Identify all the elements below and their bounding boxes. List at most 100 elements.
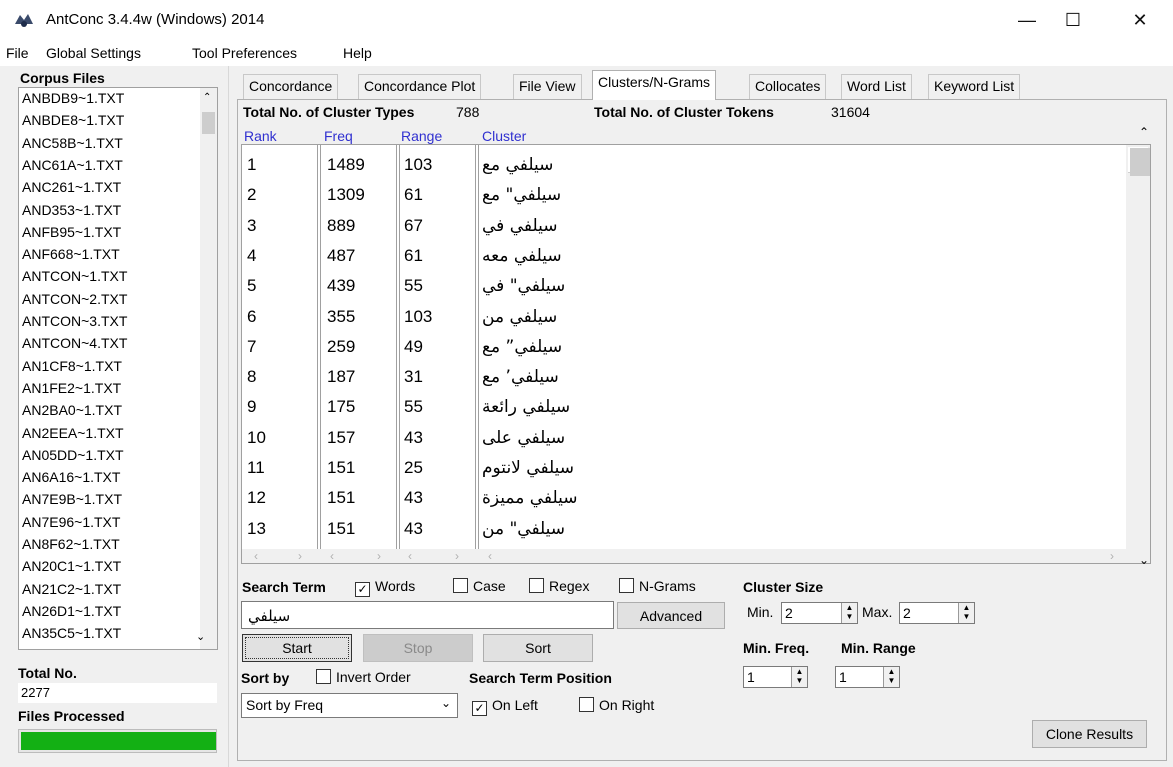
table-cell-cluster[interactable]: سيلفي" مع: [482, 185, 561, 205]
table-cell-cluster[interactable]: سيلفي معه: [482, 246, 562, 266]
scroll-up-icon[interactable]: ⌃: [203, 92, 211, 103]
min-freq-stepper[interactable]: 1 ▲ ▼: [743, 666, 808, 688]
table-cell-rank[interactable]: 4: [247, 246, 256, 266]
scroll-right-icon[interactable]: ›: [298, 549, 302, 563]
scroll-left-icon[interactable]: ‹: [408, 549, 412, 563]
table-cell-freq[interactable]: 355: [327, 307, 355, 327]
table-cell-rank[interactable]: 5: [247, 276, 256, 296]
corpus-file-item[interactable]: AN26D1~1.TXT: [22, 603, 121, 619]
corpus-file-item[interactable]: AN35C5~1.TXT: [22, 625, 121, 641]
table-cell-cluster[interactable]: سيلفي من: [482, 307, 557, 327]
table-cell-range[interactable]: 55: [404, 276, 423, 296]
table-cell-freq[interactable]: 259: [327, 337, 355, 357]
start-button[interactable]: Start: [242, 634, 352, 662]
scroll-left-icon[interactable]: ‹: [254, 549, 258, 563]
corpus-file-item[interactable]: ANTCON~3.TXT: [22, 313, 127, 329]
corpus-file-item[interactable]: ANBDE8~1.TXT: [22, 112, 124, 128]
corpus-file-item[interactable]: AN8F62~1.TXT: [22, 536, 120, 552]
table-cell-freq[interactable]: 151: [327, 488, 355, 508]
table-cell-cluster[interactable]: سيلفي مع: [482, 155, 553, 175]
corpus-file-item[interactable]: ANTCON~1.TXT: [22, 268, 127, 284]
advanced-button[interactable]: Advanced: [617, 602, 725, 629]
tab-clusters-ngrams[interactable]: Clusters/N-Grams: [592, 70, 717, 100]
column-range[interactable]: Range: [401, 128, 442, 144]
table-cell-rank[interactable]: 8: [247, 367, 256, 387]
table-cell-range[interactable]: 61: [404, 185, 423, 205]
tab-word-list[interactable]: Word List: [841, 74, 912, 99]
corpus-file-item[interactable]: ANC58B~1.TXT: [22, 135, 123, 151]
column-cluster[interactable]: Cluster: [482, 128, 526, 144]
close-button[interactable]: ✕: [1117, 0, 1163, 40]
spin-arrows-icon[interactable]: ▲ ▼: [883, 667, 899, 687]
table-cell-freq[interactable]: 1489: [327, 155, 365, 175]
corpus-file-item[interactable]: AN6A16~1.TXT: [22, 469, 120, 485]
column-rank[interactable]: Rank: [244, 128, 277, 144]
table-cell-rank[interactable]: 9: [247, 397, 256, 417]
corpus-file-item[interactable]: AN1FE2~1.TXT: [22, 380, 121, 396]
table-cell-range[interactable]: 31: [404, 367, 423, 387]
spin-arrows-icon[interactable]: ▲ ▼: [958, 603, 974, 623]
scroll-right-icon[interactable]: ›: [377, 549, 381, 563]
scroll-left-icon[interactable]: ‹: [488, 549, 492, 563]
table-cell-range[interactable]: 55: [404, 397, 423, 417]
table-cell-range[interactable]: 25: [404, 458, 423, 478]
table-cell-range[interactable]: 43: [404, 488, 423, 508]
scroll-thumb[interactable]: [202, 112, 215, 134]
corpus-file-item[interactable]: ANBDB9~1.TXT: [22, 90, 124, 106]
cluster-max-stepper[interactable]: 2 ▲ ▼: [899, 602, 975, 624]
scroll-left-icon[interactable]: ‹: [330, 549, 334, 563]
corpus-file-item[interactable]: AN2EEA~1.TXT: [22, 425, 124, 441]
menu-global-settings[interactable]: Global Settings: [46, 45, 141, 61]
table-cell-freq[interactable]: 1309: [327, 185, 365, 205]
table-cell-freq[interactable]: 157: [327, 428, 355, 448]
corpus-file-item[interactable]: ANF668~1.TXT: [22, 246, 120, 262]
table-cell-rank[interactable]: 12: [247, 488, 266, 508]
corpus-file-item[interactable]: ANC261~1.TXT: [22, 179, 121, 195]
tab-concordance-plot[interactable]: Concordance Plot: [358, 74, 482, 99]
table-cell-cluster[interactable]: سيلفي” مع: [482, 337, 562, 357]
scroll-right-icon[interactable]: ›: [1110, 549, 1114, 563]
corpus-file-item[interactable]: AN05DD~1.TXT: [22, 447, 124, 463]
scroll-right-icon[interactable]: ›: [455, 549, 459, 563]
words-checkbox[interactable]: ✓ Words: [355, 578, 415, 597]
corpus-file-list[interactable]: ANBDB9~1.TXT ANBDE8~1.TXT ANC58B~1.TXT ANC6…: [18, 87, 218, 650]
table-cell-rank[interactable]: 2: [247, 185, 256, 205]
table-cell-cluster[interactable]: سيلفي" في: [482, 276, 565, 296]
results-table[interactable]: 1 1489 103 سيلفي مع 2 1309 61 سيلفي" مع 3 889 67 سي…: [241, 144, 1151, 564]
table-cell-freq[interactable]: 889: [327, 216, 355, 236]
column-freq[interactable]: Freq: [324, 128, 353, 144]
tab-collocates[interactable]: Collocates: [749, 74, 827, 99]
table-cell-rank[interactable]: 11: [247, 458, 265, 478]
invert-order-checkbox[interactable]: Invert Order: [316, 669, 411, 685]
minimize-button[interactable]: —: [1004, 0, 1050, 40]
corpus-file-item[interactable]: AN7E9B~1.TXT: [22, 491, 122, 507]
spin-arrows-icon[interactable]: ▲ ▼: [841, 603, 857, 623]
table-cell-freq[interactable]: 439: [327, 276, 355, 296]
table-cell-range[interactable]: 43: [404, 519, 423, 539]
tab-file-view[interactable]: File View: [513, 74, 582, 99]
case-checkbox[interactable]: Case: [453, 578, 506, 594]
table-cell-rank[interactable]: 7: [247, 337, 256, 357]
table-cell-cluster[interactable]: سيلفي على: [482, 428, 565, 448]
maximize-button[interactable]: ☐: [1050, 0, 1096, 40]
table-cell-range[interactable]: 103: [404, 307, 432, 327]
table-cell-cluster[interactable]: سيلفي لانتوم: [482, 458, 574, 478]
table-cell-range[interactable]: 61: [404, 246, 423, 266]
corpus-file-item[interactable]: AND353~1.TXT: [22, 202, 121, 218]
min-range-stepper[interactable]: 1 ▲ ▼: [835, 666, 900, 688]
table-cell-range[interactable]: 49: [404, 337, 423, 357]
ngrams-checkbox[interactable]: N-Grams: [619, 578, 696, 594]
table-cell-rank[interactable]: 3: [247, 216, 256, 236]
sort-by-select[interactable]: Sort by Freq ⌄: [241, 693, 458, 718]
results-scroll-down-icon[interactable]: ⌄: [1139, 553, 1149, 567]
results-scroll-thumb[interactable]: [1130, 148, 1150, 176]
corpus-file-item[interactable]: ANFB95~1.TXT: [22, 224, 121, 240]
corpus-file-item[interactable]: AN7E96~1.TXT: [22, 514, 120, 530]
corpus-file-item[interactable]: AN1CF8~1.TXT: [22, 358, 122, 374]
search-input[interactable]: سيلفي: [241, 601, 614, 629]
results-vertical-scrollbar[interactable]: [1126, 145, 1150, 563]
results-scroll-up-icon[interactable]: ⌃: [1139, 125, 1149, 139]
table-cell-freq[interactable]: 187: [327, 367, 355, 387]
corpus-file-item[interactable]: ANC61A~1.TXT: [22, 157, 123, 173]
table-cell-freq[interactable]: 151: [327, 519, 355, 539]
